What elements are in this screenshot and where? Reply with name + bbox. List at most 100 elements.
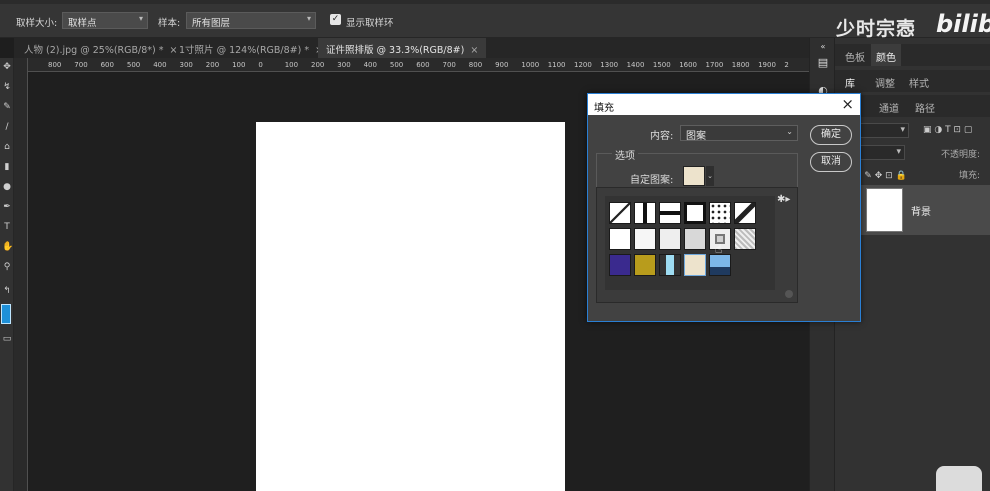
- ruler-tick-label: 800: [468, 61, 483, 69]
- ruler-tick-label: 1200: [574, 61, 592, 69]
- pattern-swatch[interactable]: [634, 202, 656, 224]
- pattern-swatch[interactable]: [634, 228, 656, 250]
- eraser-tool-icon[interactable]: ▮: [2, 162, 12, 172]
- pattern-swatch[interactable]: [609, 202, 631, 224]
- fill-label: 填充:: [959, 171, 981, 181]
- tab-styles[interactable]: 样式: [909, 75, 929, 90]
- ruler-tick-label: 1000: [521, 61, 540, 69]
- dodge-tool-icon[interactable]: ●: [2, 182, 12, 192]
- chevron-down-icon: ▾: [306, 14, 311, 23]
- sample-select[interactable]: 所有图层 ▾: [186, 12, 316, 29]
- zoom-tool-icon[interactable]: ⚲: [2, 262, 12, 272]
- ruler-tick-label: 1600: [679, 61, 698, 69]
- tab-color[interactable]: 颜色: [871, 44, 901, 66]
- close-icon[interactable]: ×: [841, 95, 854, 113]
- pattern-swatch-selected[interactable]: [684, 254, 706, 276]
- vertical-ruler: [14, 58, 28, 491]
- ok-button[interactable]: 确定: [810, 125, 852, 145]
- pattern-swatch[interactable]: [609, 228, 631, 250]
- tab-channels[interactable]: 通道: [879, 100, 899, 115]
- tab-swatches[interactable]: 色板: [845, 49, 865, 64]
- tools-panel: ✥ ↯ ✎ / ⌂ ▮ ● ✒ T ✋ ⚲ ↰ ▭: [0, 58, 14, 491]
- move-tool-icon[interactable]: ✥: [2, 62, 12, 72]
- sample-value: 所有图层: [192, 18, 231, 29]
- show-sampling-ring-checkbox[interactable]: ✓: [330, 14, 341, 25]
- chevron-down-icon: ⌄: [786, 127, 793, 136]
- eyedropper-tool-icon[interactable]: ✎: [2, 102, 12, 112]
- ruler-tick-label: 200: [311, 61, 325, 69]
- pattern-swatch[interactable]: [684, 202, 706, 224]
- pattern-swatch[interactable]: [734, 202, 756, 224]
- watermark-text: 少时宗悫: [836, 18, 917, 40]
- tab-label: 人物 (2).jpg @ 25%(RGB/8*) *: [24, 45, 164, 56]
- tab-id-photo-layout[interactable]: 证件照排版 @ 33.3%(RGB/8#) ×: [318, 38, 487, 58]
- layer-thumbnail: [866, 188, 903, 232]
- chevron-down-icon: ▾: [138, 14, 143, 23]
- tab-one-inch-photo[interactable]: 1寸照片 @ 124%(RGB/8#) *×: [171, 38, 331, 58]
- ruler-tick-label: 100: [232, 61, 246, 69]
- lasso-tool-icon[interactable]: ↯: [2, 82, 12, 92]
- sample-size-select[interactable]: 取样点 ▾: [62, 12, 148, 29]
- tab-paths[interactable]: 路径: [915, 100, 935, 115]
- ruler-tick-label: 100: [284, 61, 299, 69]
- ruler-tick-label: 2: [784, 61, 789, 69]
- pattern-grid: ☝: [605, 196, 775, 290]
- ruler-tick-label: 1400: [626, 61, 645, 69]
- content-value: 图案: [686, 131, 706, 142]
- dialog-title: 填充: [594, 103, 614, 114]
- gear-icon[interactable]: ✱▸: [777, 194, 790, 205]
- close-icon[interactable]: ×: [470, 45, 478, 56]
- show-sampling-ring-label: 显示取样环: [346, 18, 394, 29]
- color-panel-tabs: 色板 颜色: [835, 44, 990, 66]
- pattern-swatch[interactable]: [609, 254, 631, 276]
- bilibili-logo: bilib: [936, 10, 990, 38]
- sample-label: 样本:: [158, 18, 181, 29]
- tab-portrait-jpg[interactable]: 人物 (2).jpg @ 25%(RGB/8*) * ×: [16, 38, 185, 58]
- foreground-color-swatch[interactable]: [1, 304, 11, 324]
- screen-mode-icon[interactable]: ▭: [2, 334, 12, 344]
- chevron-down-icon[interactable]: ⌄: [706, 166, 714, 186]
- chevron-down-icon: ▾: [900, 125, 905, 135]
- ruler-tick-label: 400: [363, 61, 377, 69]
- layer-filter-icons[interactable]: ▣ ◑ T ⊡ ▢: [923, 125, 972, 135]
- pattern-swatch[interactable]: [634, 254, 656, 276]
- ruler-tick-label: 300: [337, 61, 351, 69]
- pattern-swatch[interactable]: [734, 228, 756, 250]
- pattern-swatch[interactable]: [709, 202, 731, 224]
- ruler-tick-label: 700: [442, 61, 456, 69]
- pattern-swatch[interactable]: [684, 228, 706, 250]
- dialog-title-bar[interactable]: 填充 ×: [588, 94, 860, 115]
- tab-adjustments[interactable]: 调整: [875, 75, 895, 90]
- brush-tool-icon[interactable]: /: [2, 122, 12, 132]
- pattern-swatch[interactable]: [659, 254, 681, 276]
- sample-size-value: 取样点: [68, 18, 97, 29]
- tab-libraries[interactable]: 库: [845, 75, 855, 90]
- pattern-swatch[interactable]: [659, 228, 681, 250]
- custom-pattern-label: 自定图案:: [630, 175, 674, 186]
- pattern-swatch-portrait[interactable]: [709, 254, 731, 276]
- ruler-tick-label: 500: [126, 61, 141, 69]
- pattern-preview[interactable]: [683, 166, 705, 186]
- pattern-swatch[interactable]: [659, 202, 681, 224]
- color-panel-icon[interactable]: ▤: [816, 56, 830, 70]
- type-tool-icon[interactable]: T: [2, 222, 12, 232]
- content-select[interactable]: 图案 ⌄: [680, 125, 798, 142]
- cancel-button[interactable]: 取消: [810, 152, 852, 172]
- pattern-picker: ☝ ✱▸: [596, 187, 798, 303]
- tab-label: 1寸照片 @ 124%(RGB/8#) *: [179, 45, 310, 56]
- hand-tool-icon[interactable]: ✋: [2, 242, 13, 252]
- ruler-tick-label: 900: [495, 61, 509, 69]
- ruler-tick-label: 1800: [731, 61, 750, 69]
- resize-handle-icon[interactable]: [785, 290, 793, 298]
- library-panel-tabs: 库 调整 样式: [835, 70, 990, 92]
- sample-size-label: 取样大小:: [16, 18, 58, 29]
- ruler-tick-label: 1300: [600, 61, 619, 69]
- collapse-panels-icon[interactable]: «: [816, 40, 830, 54]
- ruler-tick-label: 400: [153, 61, 167, 69]
- swap-colors-icon[interactable]: ↰: [2, 286, 12, 296]
- ruler-tick-label: 800: [48, 61, 62, 69]
- stamp-tool-icon[interactable]: ⌂: [2, 142, 12, 152]
- document-canvas[interactable]: [256, 122, 565, 491]
- chevron-down-icon: ▾: [896, 147, 901, 157]
- pen-tool-icon[interactable]: ✒: [2, 202, 12, 212]
